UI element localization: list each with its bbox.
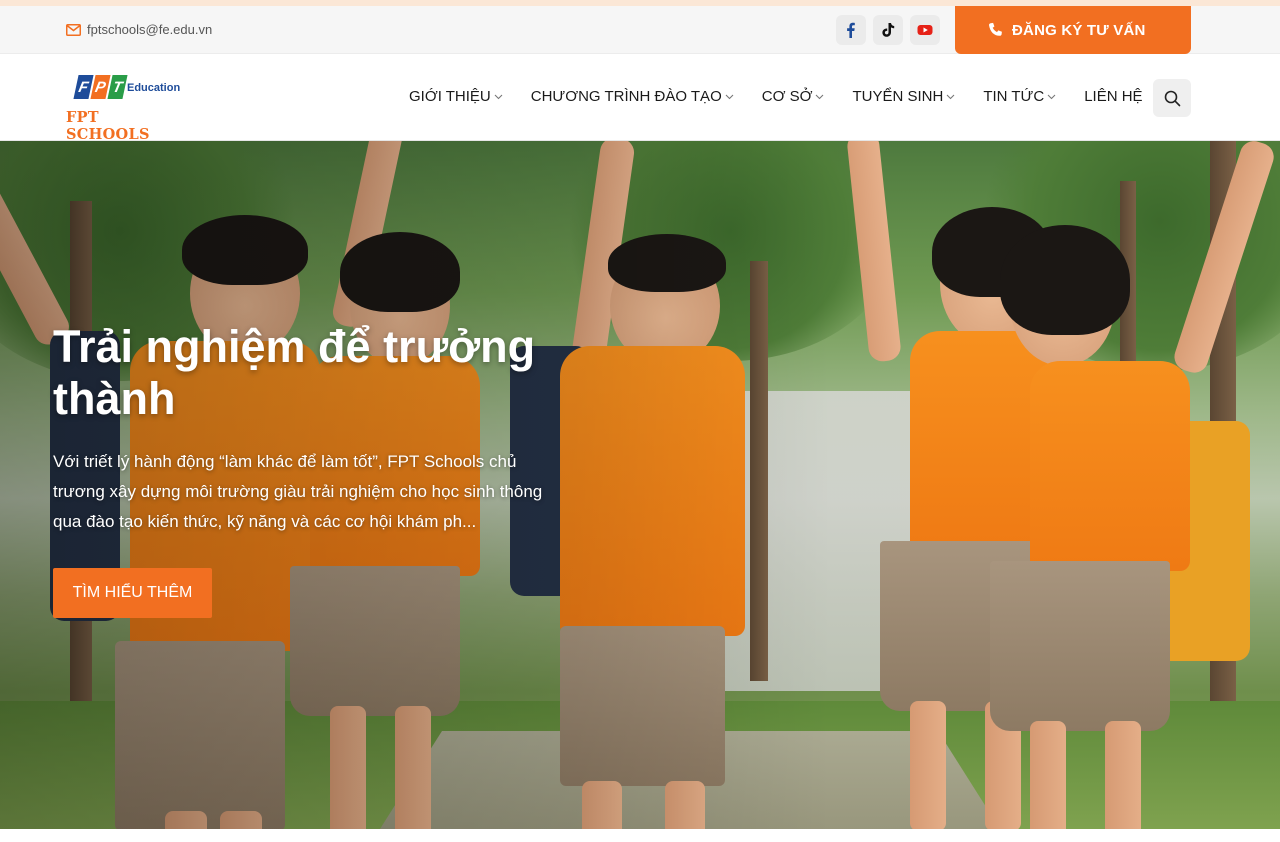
nav-item-gioi-thieu[interactable]: GIỚI THIỆU: [409, 88, 503, 105]
nav-item-chuong-trinh-dao-tao[interactable]: CHƯƠNG TRÌNH ĐÀO TẠO: [531, 88, 734, 105]
email-text: fptschools@fe.edu.vn: [87, 22, 213, 37]
facebook-icon: [847, 22, 855, 38]
chevron-down-icon: [494, 94, 503, 100]
top-bar: fptschools@fe.edu.vn ĐĂNG KÝ TƯ VẤN: [0, 6, 1280, 54]
fpt-schools-logo[interactable]: F P T Education FPT SCHOOLS: [66, 71, 182, 143]
facebook-link[interactable]: [836, 15, 866, 45]
hero-title: Trải nghiệm để trưởng thành: [53, 321, 536, 424]
nav-label: GIỚI THIỆU: [409, 88, 491, 105]
logo-letter-t: T: [107, 75, 128, 99]
tiktok-icon: [882, 23, 895, 37]
hero-banner: Trải nghiệm để trưởng thành Với triết lý…: [0, 141, 1280, 829]
youtube-link[interactable]: [910, 15, 940, 45]
main-header: F P T Education FPT SCHOOLS GIỚI THIỆU C…: [0, 55, 1280, 143]
mail-icon: [66, 23, 81, 36]
search-button[interactable]: [1153, 79, 1191, 117]
nav-label: TIN TỨC: [983, 88, 1045, 105]
fpt-logo-mark: F P T: [73, 75, 128, 99]
chevron-down-icon: [1047, 94, 1056, 100]
chevron-down-icon: [816, 94, 824, 100]
chevron-down-icon: [725, 94, 734, 100]
social-links: [836, 15, 940, 45]
nav-item-tuyen-sinh[interactable]: TUYỂN SINH: [852, 88, 955, 105]
tiktok-link[interactable]: [873, 15, 903, 45]
chevron-down-icon: [946, 94, 955, 100]
nav-item-co-so[interactable]: CƠ SỞ: [762, 88, 825, 105]
learn-more-button[interactable]: TÌM HIỂU THÊM: [53, 568, 212, 618]
youtube-icon: [917, 25, 933, 35]
search-icon: [1164, 90, 1180, 106]
contact-email[interactable]: fptschools@fe.edu.vn: [66, 22, 212, 37]
hero-content: Trải nghiệm để trưởng thành Với triết lý…: [53, 321, 573, 618]
nav-label: CƠ SỞ: [761, 88, 813, 105]
nav-label: CHƯƠNG TRÌNH ĐÀO TẠO: [530, 88, 722, 105]
phone-icon: [989, 22, 1002, 36]
register-label: ĐĂNG KÝ TƯ VẤN: [1012, 21, 1146, 39]
nav-item-tin-tuc[interactable]: TIN TỨC: [983, 88, 1056, 105]
hero-description: Với triết lý hành động “làm khác để làm …: [53, 452, 543, 531]
nav-label: LIÊN HỆ: [1084, 88, 1143, 105]
logo-schools-text: FPT SCHOOLS: [66, 109, 150, 143]
register-consult-button[interactable]: ĐĂNG KÝ TƯ VẤN: [955, 6, 1191, 54]
logo-education-text: Education: [127, 82, 181, 94]
main-nav: GIỚI THIỆU CHƯƠNG TRÌNH ĐÀO TẠO CƠ SỞ TU…: [409, 88, 1143, 105]
nav-item-lien-he[interactable]: LIÊN HỆ: [1084, 88, 1142, 105]
nav-label: TUYỂN SINH: [852, 88, 944, 105]
